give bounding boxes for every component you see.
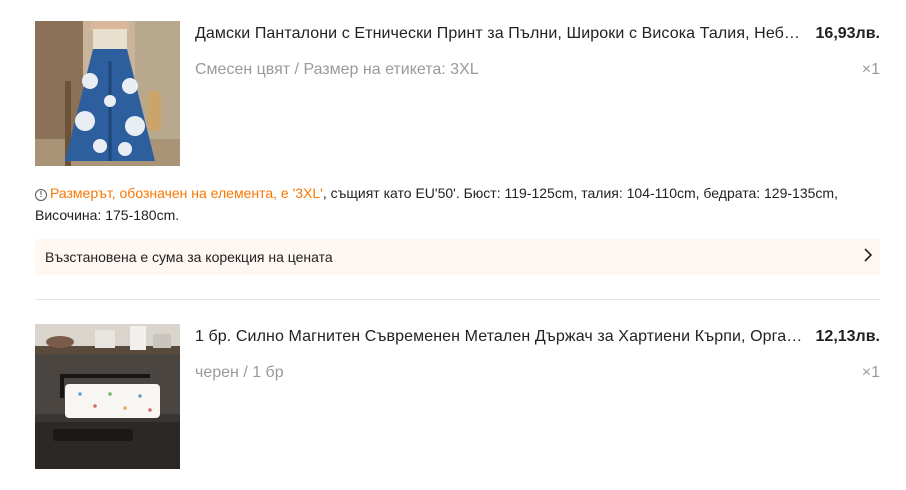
product-quantity: ×1	[861, 364, 880, 381]
divider	[35, 299, 880, 300]
product-quantity: ×1	[861, 61, 880, 78]
price-adjustment-banner[interactable]: Възстановена е сума за корекция на ценат…	[35, 239, 880, 275]
wide-leg-pants-photo-icon	[35, 21, 180, 166]
warning-icon: !	[35, 189, 47, 201]
product-title[interactable]: Дамски Панталони с Етнически Принт за Пъ…	[195, 25, 804, 43]
title-row: Дамски Панталони с Етнически Принт за Пъ…	[195, 21, 880, 47]
size-note-highlight: Размерът, обозначен на елемента, е '3XL'	[50, 185, 323, 201]
product-image[interactable]	[35, 324, 180, 469]
banner-text: Възстановена е сума за корекция на ценат…	[45, 249, 333, 265]
product-title[interactable]: 1 бр. Силно Магнитен Съвременен Метален …	[195, 328, 804, 346]
product-price: 12,13лв.	[815, 328, 880, 345]
item-info: Дамски Панталони с Етнически Принт за Пъ…	[195, 21, 880, 81]
spec-row: Смесен цвят / Размер на етикета: 3XL ×1	[195, 59, 880, 81]
chevron-right-icon	[856, 247, 880, 267]
paper-towel-holder-photo-icon	[35, 324, 180, 469]
product-spec[interactable]: Смесен цвят / Размер на етикета: 3XL	[195, 61, 862, 79]
product-spec[interactable]: черен / 1 бр	[195, 364, 862, 382]
item-info: 1 бр. Силно Магнитен Съвременен Метален …	[195, 324, 880, 384]
title-row: 1 бр. Силно Магнитен Съвременен Метален …	[195, 324, 880, 350]
product-price: 16,93лв.	[815, 25, 880, 42]
spec-row: черен / 1 бр ×1	[195, 362, 880, 384]
cart-item: Дамски Панталони с Етнически Принт за Пъ…	[35, 21, 880, 166]
cart-item: 1 бр. Силно Магнитен Съвременен Метален …	[35, 324, 880, 469]
size-note: ! Размерът, обозначен на елемента, е '3XL…	[35, 182, 855, 226]
product-image[interactable]	[35, 21, 180, 166]
